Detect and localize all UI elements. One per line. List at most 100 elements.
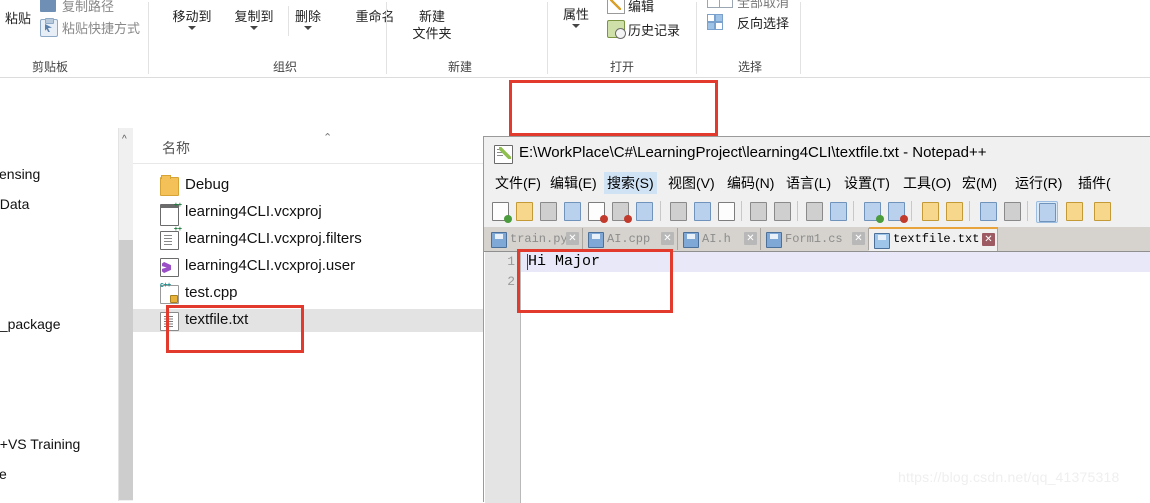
menu-item-encoding[interactable]: 编码(N) bbox=[724, 172, 777, 194]
ribbon-move-to-label: 移动到 bbox=[172, 9, 212, 24]
ribbon-copy-path-button[interactable]: 复制路径 bbox=[62, 0, 114, 15]
close-icon[interactable]: ✕ bbox=[566, 232, 579, 245]
show-all-chars-icon[interactable] bbox=[1002, 201, 1022, 221]
sync-scroll-vertical-icon[interactable] bbox=[920, 201, 940, 221]
chevron-down-icon bbox=[188, 26, 196, 30]
file-name: learning4CLI.vcxproj bbox=[185, 203, 322, 220]
ribbon-group-label-open: 打开 bbox=[552, 58, 692, 75]
clipboard-group-text: 剪贴板 bbox=[31, 60, 68, 74]
file-name: learning4CLI.vcxproj.user bbox=[185, 257, 356, 274]
file-row-vcxproj-user[interactable]: learning4CLI.vcxproj.user bbox=[133, 255, 483, 278]
cpp-file-icon bbox=[160, 282, 179, 304]
copy-icon[interactable] bbox=[692, 201, 712, 221]
print-icon[interactable] bbox=[634, 201, 654, 221]
ribbon-properties-button[interactable]: 属性 bbox=[552, 6, 600, 28]
menu-item-view[interactable]: 视图(V) bbox=[665, 172, 718, 194]
scrollbar-thumb[interactable] bbox=[119, 240, 133, 500]
ribbon-invert-selection-button[interactable]: 反向选择 bbox=[737, 13, 789, 32]
menu-item-search[interactable]: 搜索(S) bbox=[604, 172, 657, 194]
file-row-vcxproj-filters[interactable]: learning4CLI.vcxproj.filters bbox=[133, 226, 483, 251]
replace-icon[interactable] bbox=[828, 201, 848, 221]
scroll-up-icon[interactable]: ^ bbox=[122, 134, 127, 145]
open-file-icon[interactable] bbox=[514, 201, 534, 221]
document-map-icon[interactable] bbox=[1092, 201, 1112, 221]
redo-icon[interactable] bbox=[772, 201, 792, 221]
new-file-icon[interactable] bbox=[490, 201, 512, 223]
menu-item-tools[interactable]: 工具(O) bbox=[900, 172, 954, 194]
watermark: https://blog.csdn.net/qq_41375318 bbox=[898, 469, 1120, 485]
zoom-in-icon[interactable] bbox=[862, 201, 884, 223]
cut-icon[interactable] bbox=[668, 201, 688, 221]
folder-icon bbox=[160, 175, 179, 196]
menu-bar: 文件(F) 编辑(E) 搜索(S) 视图(V) 编码(N) 语言(L) 设置(T… bbox=[484, 169, 1150, 195]
column-header-name[interactable]: 名称 bbox=[162, 138, 190, 158]
ribbon-copy-to-button[interactable]: 复制到 bbox=[224, 8, 284, 30]
menu-item-edit[interactable]: 编辑(E) bbox=[547, 172, 600, 194]
ribbon-edit-label: 编辑 bbox=[628, 0, 655, 14]
menu-item-settings[interactable]: 设置(T) bbox=[841, 172, 893, 194]
sync-scroll-horizontal-icon[interactable] bbox=[944, 201, 964, 221]
open-group-text: 打开 bbox=[609, 60, 634, 74]
menu-item-macro[interactable]: 宏(M) bbox=[959, 172, 1000, 194]
undo-icon[interactable] bbox=[748, 201, 768, 221]
nav-item-6[interactable]: ce bbox=[0, 466, 7, 482]
close-all-icon[interactable] bbox=[610, 201, 632, 223]
tab-bar: train.py ✕ AI.cpp ✕ AI.h ✕ Form1.cs ✕ te… bbox=[484, 227, 1150, 253]
ribbon-edit-button[interactable]: 编辑 bbox=[628, 0, 654, 15]
menu-item-plugins[interactable]: 插件( bbox=[1075, 172, 1114, 194]
nav-item-1[interactable]: nData bbox=[0, 196, 29, 212]
save-state-icon bbox=[766, 232, 782, 248]
ribbon-new-folder-button[interactable]: 新建 文件夹 bbox=[400, 8, 464, 42]
menu-item-file[interactable]: 文件(F) bbox=[492, 172, 544, 194]
menu-item-run[interactable]: 运行(R) bbox=[1012, 172, 1065, 194]
deselect-all-icon-2 bbox=[719, 0, 733, 8]
tab-ai-h[interactable]: AI.h ✕ bbox=[678, 228, 761, 250]
zoom-out-icon[interactable] bbox=[886, 201, 908, 223]
close-icon[interactable]: ✕ bbox=[852, 232, 865, 245]
ribbon-deselect-all-button[interactable]: 全部取消 bbox=[737, 0, 789, 11]
ribbon-move-to-button[interactable]: 移动到 bbox=[162, 8, 222, 30]
tab-textfile-txt[interactable]: textfile.txt ✕ bbox=[869, 227, 998, 253]
close-icon[interactable]: ✕ bbox=[982, 233, 995, 246]
nav-item-0[interactable]: censing bbox=[0, 166, 40, 182]
new-folder-label-2: 文件夹 bbox=[412, 26, 452, 41]
line-number: 2 bbox=[507, 274, 515, 289]
save-icon[interactable] bbox=[538, 201, 558, 221]
ribbon-invert-selection-label: 反向选择 bbox=[737, 16, 790, 31]
ribbon-copy-path-label: 复制路径 bbox=[62, 0, 115, 14]
tab-train-py[interactable]: train.py ✕ bbox=[486, 228, 583, 250]
navigation-scrollbar[interactable]: ^ bbox=[119, 128, 133, 501]
find-icon[interactable] bbox=[804, 201, 824, 221]
file-name: Debug bbox=[185, 176, 230, 193]
ribbon-paste-shortcut-label: 粘贴快捷方式 bbox=[62, 21, 141, 36]
paste-shortcut-icon bbox=[40, 18, 58, 37]
save-all-icon[interactable] bbox=[562, 201, 582, 221]
paste-icon[interactable] bbox=[716, 201, 736, 221]
indent-guide-icon[interactable] bbox=[1036, 201, 1058, 223]
word-wrap-icon[interactable] bbox=[978, 201, 998, 221]
vcxproj-icon bbox=[160, 202, 181, 226]
ribbon-paste-shortcut-button[interactable]: 粘贴快捷方式 bbox=[62, 18, 140, 37]
file-row-vcxproj[interactable]: learning4CLI.vcxproj bbox=[133, 201, 483, 226]
close-file-icon[interactable] bbox=[586, 201, 608, 223]
file-name: learning4CLI.vcxproj.filters bbox=[185, 230, 362, 247]
menu-item-language[interactable]: 语言(L) bbox=[783, 172, 834, 194]
close-icon[interactable]: ✕ bbox=[744, 232, 757, 245]
close-icon[interactable]: ✕ bbox=[661, 232, 674, 245]
window-title: E:\WorkPlace\C#\LearningProject\learning… bbox=[519, 144, 987, 161]
ribbon-group-label-new: 新建 bbox=[400, 58, 520, 75]
line-number-gutter: 1 2 bbox=[485, 252, 521, 503]
tab-form1-cs[interactable]: Form1.cs ✕ bbox=[761, 228, 869, 250]
tab-label: textfile.txt bbox=[893, 232, 980, 246]
tab-label: Form1.cs bbox=[785, 232, 843, 246]
nav-item-5[interactable]: o+VS Training bbox=[0, 436, 80, 452]
ribbon-delete-button[interactable]: 删除 bbox=[278, 8, 338, 30]
user-defined-dialog-icon[interactable] bbox=[1064, 201, 1084, 221]
vcxproj-user-icon bbox=[160, 258, 179, 277]
file-row-debug[interactable]: Debug bbox=[133, 174, 483, 197]
ribbon-history-button[interactable]: 历史记录 bbox=[628, 20, 680, 39]
notepadpp-title-bar[interactable]: E:\WorkPlace\C#\LearningProject\learning… bbox=[484, 137, 1150, 169]
tab-ai-cpp[interactable]: AI.cpp ✕ bbox=[583, 228, 678, 250]
nav-item-4[interactable]: e_package bbox=[0, 316, 61, 332]
file-row-test-cpp[interactable]: test.cpp bbox=[133, 282, 483, 305]
